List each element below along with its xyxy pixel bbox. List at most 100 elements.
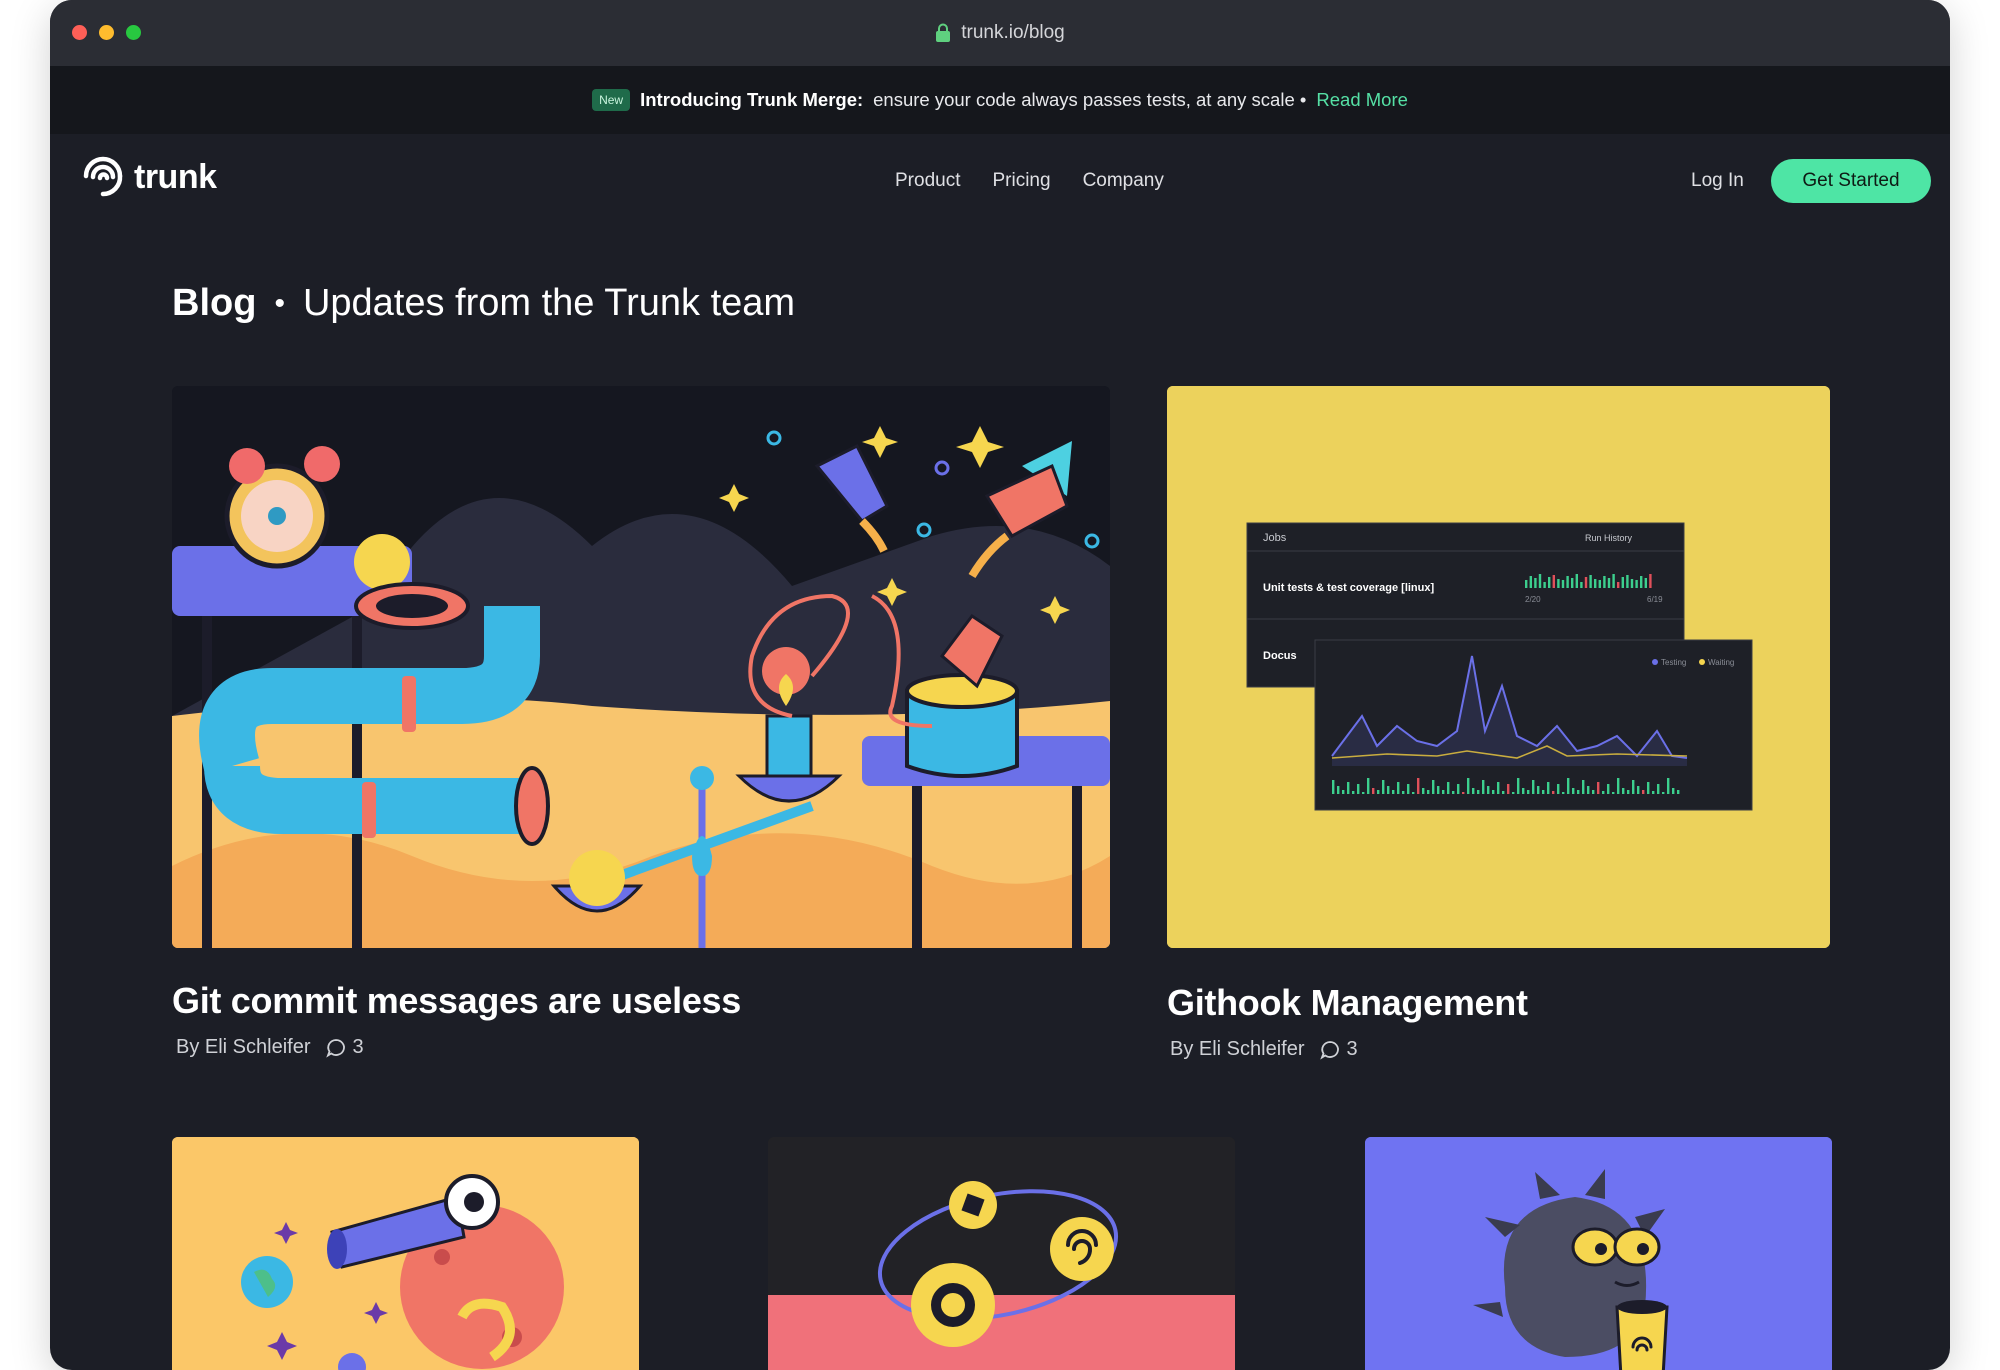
status-bar xyxy=(1630,579,1634,588)
status-bar xyxy=(1592,790,1595,794)
status-bar xyxy=(1482,780,1485,794)
status-bar xyxy=(1649,574,1652,588)
get-started-button[interactable]: Get Started xyxy=(1771,159,1931,203)
status-bar xyxy=(1622,788,1625,794)
status-bar xyxy=(1627,790,1630,794)
status-bar xyxy=(1612,792,1615,794)
status-bar xyxy=(1652,791,1655,794)
post-2-comment-count: 3 xyxy=(1346,1038,1358,1060)
status-bar xyxy=(1407,784,1410,794)
status-bar xyxy=(1582,780,1585,794)
nav-menu: Product Pricing Company xyxy=(895,170,1164,192)
post-1-title[interactable]: Git commit messages are useless xyxy=(172,980,741,1022)
comment-icon xyxy=(325,1038,345,1058)
trunk-logo[interactable]: trunk xyxy=(78,152,217,202)
status-bar xyxy=(1347,782,1350,794)
jobs-header: Jobs xyxy=(1263,532,1287,544)
status-bar xyxy=(1517,778,1520,794)
status-bar xyxy=(1640,576,1643,588)
status-bar xyxy=(1571,578,1574,588)
job-1-label: Unit tests & test coverage [linux] xyxy=(1263,582,1434,594)
status-bar xyxy=(1377,790,1380,794)
status-bar xyxy=(1598,580,1601,588)
legend-waiting: Waiting xyxy=(1708,658,1734,667)
close-window-button[interactable] xyxy=(72,25,87,40)
address-bar[interactable]: trunk.io/blog xyxy=(935,22,1065,44)
trunk-logo-icon xyxy=(83,156,123,197)
url-text: trunk.io/blog xyxy=(961,22,1065,43)
status-bar xyxy=(1417,778,1420,794)
job-2-label: Docus xyxy=(1263,650,1297,662)
status-bar xyxy=(1422,788,1425,794)
post-3-image[interactable] xyxy=(172,1137,639,1370)
page-heading: Blog • Updates from the Trunk team xyxy=(172,282,795,325)
minimize-window-button[interactable] xyxy=(99,25,114,40)
post-1-comment-count: 3 xyxy=(352,1036,364,1058)
page-title: Blog xyxy=(172,282,257,324)
status-bar xyxy=(1594,579,1597,588)
run-history-label: Run History xyxy=(1585,533,1633,543)
status-bar xyxy=(1637,786,1640,794)
status-bar xyxy=(1532,780,1535,794)
status-bar xyxy=(1467,778,1470,794)
status-bar xyxy=(1642,790,1645,794)
status-bar xyxy=(1552,575,1555,588)
status-bar xyxy=(1367,778,1370,794)
status-bar xyxy=(1437,786,1440,794)
logo-text: trunk xyxy=(134,157,217,196)
status-bar xyxy=(1402,791,1405,794)
read-more-link[interactable]: Read More xyxy=(1316,89,1408,111)
octopus-telescope-illustration xyxy=(172,1137,639,1370)
status-bar xyxy=(1492,790,1495,794)
banner-headline: Introducing Trunk Merge: xyxy=(640,89,864,110)
post-4-image[interactable] xyxy=(768,1137,1235,1370)
status-bar xyxy=(1597,782,1600,794)
post-1-image[interactable] xyxy=(172,386,1110,948)
post-5-image[interactable] xyxy=(1365,1137,1832,1370)
status-bar xyxy=(1357,784,1360,794)
monster-mug-illustration xyxy=(1365,1137,1832,1370)
status-bar xyxy=(1412,792,1415,794)
post-2-comments[interactable]: 3 xyxy=(1319,1038,1358,1061)
status-bar xyxy=(1457,784,1460,794)
status-bar xyxy=(1432,780,1435,794)
status-bar xyxy=(1427,790,1430,794)
post-1-comments[interactable]: 3 xyxy=(325,1036,364,1059)
status-bar xyxy=(1552,791,1555,794)
status-bar xyxy=(1548,577,1551,588)
nav-item-company[interactable]: Company xyxy=(1083,170,1164,192)
post-2-title[interactable]: Githook Management xyxy=(1167,982,1528,1024)
status-bar xyxy=(1557,784,1560,794)
nav-item-pricing[interactable]: Pricing xyxy=(992,170,1050,192)
lock-icon xyxy=(936,23,951,42)
status-bar xyxy=(1617,582,1620,588)
status-bar xyxy=(1525,580,1528,588)
status-bar xyxy=(1452,791,1455,794)
post-2-image[interactable]: Jobs Run History Unit tests & test cover… xyxy=(1167,386,1830,948)
status-bar xyxy=(1672,788,1675,794)
banner-text: ensure your code always passes tests, at… xyxy=(873,89,1307,110)
status-bar xyxy=(1575,574,1578,588)
status-bar xyxy=(1584,577,1588,588)
status-bar xyxy=(1632,780,1635,794)
post-1-meta: By Eli Schleifer 3 xyxy=(176,1036,364,1059)
status-bar xyxy=(1561,580,1565,588)
status-bar xyxy=(1352,791,1355,794)
status-bar xyxy=(1442,790,1445,794)
status-bar xyxy=(1512,792,1515,794)
status-bar xyxy=(1397,782,1400,794)
nav-item-product[interactable]: Product xyxy=(895,170,960,192)
status-bar xyxy=(1537,786,1540,794)
status-bar xyxy=(1577,790,1580,794)
title-separator: • xyxy=(274,286,285,320)
status-bar xyxy=(1337,786,1340,794)
status-bar xyxy=(1522,788,1525,794)
maximize-window-button[interactable] xyxy=(126,25,141,40)
login-link[interactable]: Log In xyxy=(1691,170,1744,192)
status-bar xyxy=(1543,582,1546,588)
status-bar xyxy=(1617,778,1620,794)
run-date-start: 2/20 xyxy=(1525,595,1541,604)
status-bar xyxy=(1567,778,1570,794)
rube-goldberg-illustration xyxy=(172,386,1110,948)
run-date-end: 6/19 xyxy=(1647,595,1663,604)
